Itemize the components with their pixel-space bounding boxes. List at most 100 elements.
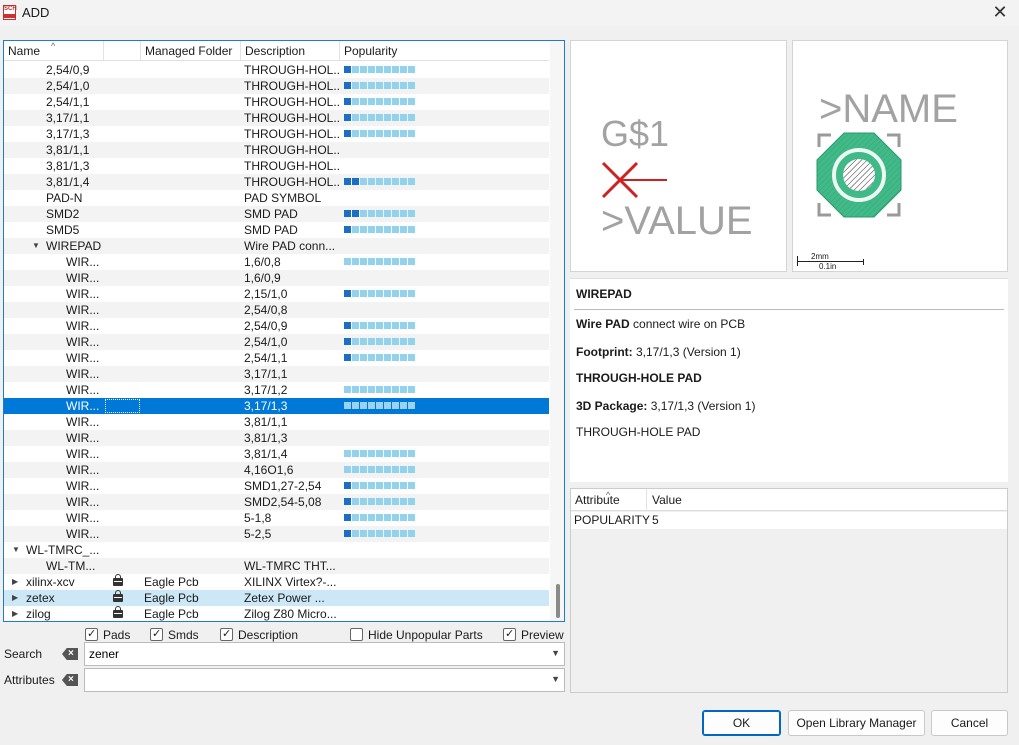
- tree-row[interactable]: WL-TM... WL-TMRC THT...: [4, 558, 549, 574]
- scrollbar-thumb[interactable]: [556, 584, 560, 618]
- tree-row[interactable]: WIR... 5-2,5: [4, 526, 549, 542]
- tree-row[interactable]: ▼ WL-TMRC_...: [4, 542, 549, 558]
- popularity-segment: [400, 66, 407, 73]
- collapsed-arrow-icon[interactable]: ▶: [12, 590, 18, 606]
- row-description: Zilog Z80 Micro...: [244, 607, 337, 621]
- tree-row[interactable]: WIR... SMD1,27-2,54: [4, 478, 549, 494]
- expanded-arrow-icon[interactable]: ▼: [12, 542, 20, 558]
- tree-row[interactable]: 2,54/1,1 THROUGH-HOL...: [4, 94, 549, 110]
- library-tree[interactable]: ^ Name Managed Folder Description Popula…: [3, 40, 565, 622]
- sort-ascending-icon: ^: [51, 41, 56, 51]
- cancel-button[interactable]: Cancel: [931, 710, 1008, 736]
- column-header-name[interactable]: ^ Name: [4, 41, 104, 61]
- tree-row[interactable]: WIR... 5-1,8: [4, 510, 549, 526]
- row-name-cell: WIR...: [4, 318, 104, 334]
- row-popularity: [341, 398, 421, 414]
- tree-row[interactable]: 3,17/1,1 THROUGH-HOL...: [4, 110, 549, 126]
- popularity-segment: [344, 290, 351, 297]
- tree-row[interactable]: WIR... 3,17/1,2: [4, 382, 549, 398]
- tree-row[interactable]: ▶ xilinx-xcv Eagle Pcb XILINX Virtex?-...: [4, 574, 549, 590]
- tree-row[interactable]: WIR... SMD2,54-5,08: [4, 494, 549, 510]
- tree-row[interactable]: WIR... 2,54/0,8: [4, 302, 549, 318]
- row-managed-folder: Eagle Pcb: [144, 607, 199, 621]
- tree-row[interactable]: WIR... 2,54/0,9: [4, 318, 549, 334]
- tree-row[interactable]: PAD-N PAD SYMBOL: [4, 190, 549, 206]
- tree-row[interactable]: 2,54/0,9 THROUGH-HOL...: [4, 62, 549, 78]
- search-combo[interactable]: ▼: [84, 642, 565, 666]
- attributes-input[interactable]: [89, 671, 539, 689]
- search-input[interactable]: [89, 645, 539, 663]
- checkbox-box[interactable]: [220, 627, 233, 641]
- row-name: WIR...: [66, 415, 100, 429]
- tree-row[interactable]: WIR... 1,6/0,8: [4, 254, 549, 270]
- popularity-segment: [360, 530, 367, 537]
- popularity-segment: [360, 114, 367, 121]
- tree-row[interactable]: 3,81/1,3 THROUGH-HOL...: [4, 158, 549, 174]
- tree-row[interactable]: WIR... 3,17/1,1: [4, 366, 549, 382]
- row-name-cell: ▼ WIREPAD: [4, 238, 104, 254]
- row-popularity: [341, 286, 421, 302]
- collapsed-arrow-icon[interactable]: ▶: [12, 606, 18, 621]
- tree-row[interactable]: ▼ WIREPAD Wire PAD conn...: [4, 238, 549, 254]
- tree-row[interactable]: SMD2 SMD PAD: [4, 206, 549, 222]
- tree-row[interactable]: WIR... 3,81/1,1: [4, 414, 549, 430]
- checkbox-box[interactable]: [350, 628, 363, 641]
- clear-attributes-icon[interactable]: ×: [62, 672, 78, 688]
- focus-outline: [105, 399, 140, 413]
- row-name-cell: WIR...: [4, 446, 104, 462]
- popularity-segment: [368, 114, 375, 121]
- row-name: 3,81/1,3: [46, 159, 90, 173]
- tree-row[interactable]: WIR... 2,54/1,1: [4, 350, 549, 366]
- tree-row[interactable]: 3,17/1,3 THROUGH-HOL...: [4, 126, 549, 142]
- checkbox-box[interactable]: [503, 627, 516, 641]
- checkbox-box[interactable]: [85, 627, 98, 641]
- popularity-segment: [392, 178, 399, 185]
- tree-row[interactable]: 3,81/1,4 THROUGH-HOL...: [4, 174, 549, 190]
- tree-row[interactable]: ▶ zetex Eagle Pcb Zetex Power ...: [4, 590, 549, 606]
- tree-row[interactable]: WIR... 4,16O1,6: [4, 462, 549, 478]
- popularity-segment: [408, 530, 415, 537]
- popularity-segment: [392, 498, 399, 505]
- row-description: 2,54/0,8: [244, 303, 288, 317]
- tree-row[interactable]: WIR... 3,81/1,4: [4, 446, 549, 462]
- popularity-segment: [392, 530, 399, 537]
- chevron-down-icon[interactable]: ▼: [551, 648, 560, 658]
- tree-row[interactable]: WIR... 3,17/1,3: [4, 398, 549, 414]
- tree-row[interactable]: 2,54/1,0 THROUGH-HOL...: [4, 78, 549, 94]
- tree-row[interactable]: WIR... 2,54/1,0: [4, 334, 549, 350]
- attribute-table[interactable]: ^ Attribute Value POPULARITY 5: [570, 488, 1008, 693]
- column-header-managed-folder[interactable]: Managed Folder: [141, 41, 241, 61]
- popularity-segment: [344, 450, 351, 457]
- tree-row[interactable]: WIR... 1,6/0,9: [4, 270, 549, 286]
- column-header-attribute[interactable]: ^ Attribute: [571, 489, 647, 511]
- tree-row[interactable]: WIR... 2,15/1,0: [4, 286, 549, 302]
- row-description: THROUGH-HOL...: [244, 127, 340, 141]
- column-header-description[interactable]: Description: [241, 41, 340, 61]
- collapsed-arrow-icon[interactable]: ▶: [12, 574, 18, 590]
- table-row[interactable]: POPULARITY 5: [571, 512, 1007, 529]
- tree-row[interactable]: SMD5 SMD PAD: [4, 222, 549, 238]
- tree-scrollbar[interactable]: [550, 41, 564, 621]
- open-library-manager-button[interactable]: Open Library Manager: [788, 710, 925, 736]
- row-name-cell: SMD2: [4, 206, 104, 222]
- column-header-popularity[interactable]: Popularity: [340, 41, 549, 61]
- row-description: 2,15/1,0: [244, 287, 288, 301]
- popularity-segment: [360, 66, 367, 73]
- tree-row[interactable]: WIR... 3,81/1,3: [4, 430, 549, 446]
- checkbox-box[interactable]: [150, 627, 163, 641]
- close-icon[interactable]: ✕: [989, 2, 1011, 24]
- tree-row[interactable]: ▶ zilog Eagle Pcb Zilog Z80 Micro...: [4, 606, 549, 621]
- expanded-arrow-icon[interactable]: ▼: [32, 238, 40, 254]
- column-header-value[interactable]: Value: [648, 489, 948, 511]
- row-description: 2,54/0,9: [244, 319, 288, 333]
- clear-search-icon[interactable]: ×: [62, 646, 78, 662]
- popularity-segment: [400, 530, 407, 537]
- chevron-down-icon[interactable]: ▼: [551, 674, 560, 684]
- column-header-blank[interactable]: [104, 41, 141, 61]
- tree-row[interactable]: 3,81/1,1 THROUGH-HOL...: [4, 142, 549, 158]
- popularity-segment: [376, 402, 383, 409]
- row-name-cell: WIR...: [4, 350, 104, 366]
- ok-button[interactable]: OK: [702, 710, 781, 736]
- popularity-segment: [368, 482, 375, 489]
- attributes-combo[interactable]: ▼: [84, 668, 565, 692]
